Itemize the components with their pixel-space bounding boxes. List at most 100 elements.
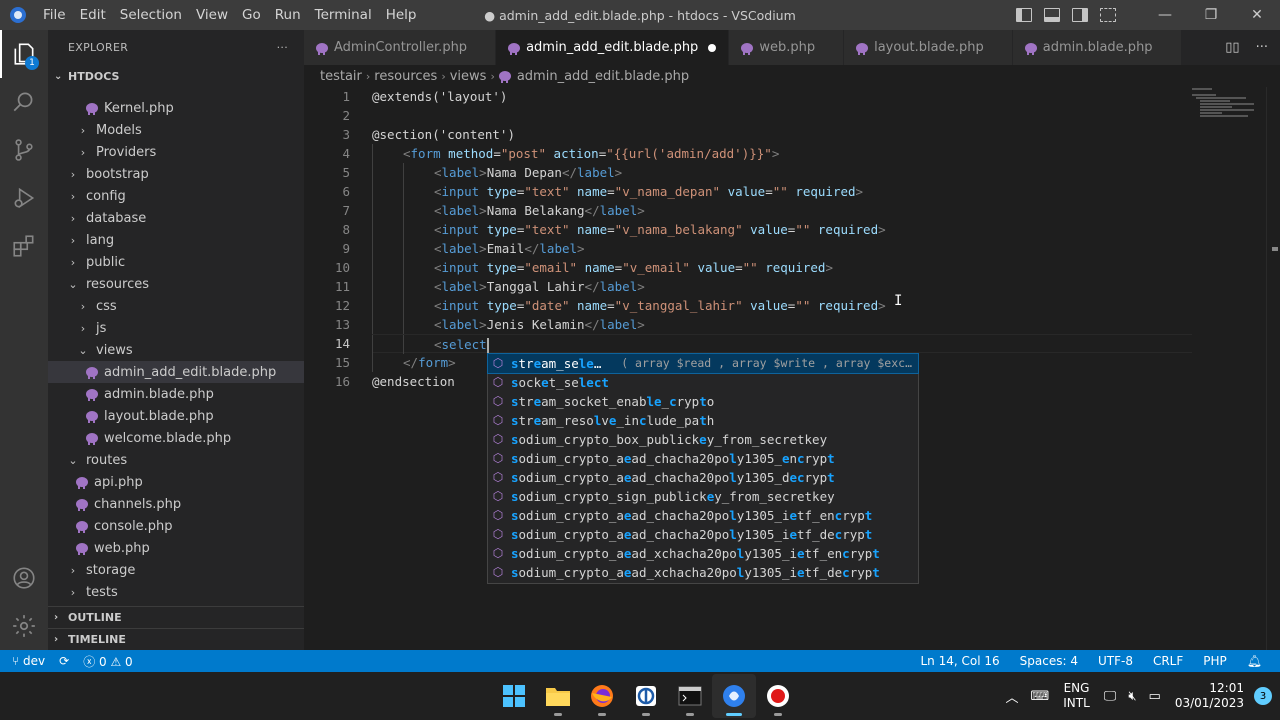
tree-folder[interactable]: › Models [48, 119, 304, 141]
tree-folder[interactable]: ⌄ views [48, 339, 304, 361]
windows-start-icon[interactable] [492, 674, 536, 718]
tree-folder[interactable]: ⌄ resources [48, 273, 304, 295]
restore-button[interactable]: ❐ [1188, 0, 1234, 30]
menu-item-view[interactable]: View [189, 0, 235, 30]
code-line[interactable]: <label>Tanggal Lahir</label> [372, 277, 1192, 296]
settings-gear-icon[interactable] [0, 602, 48, 650]
suggestion-item[interactable]: ⬡ sodium_crypto_aead_chacha20poly1305_iet… [488, 525, 918, 544]
menu-item-help[interactable]: Help [379, 0, 424, 30]
chevron-up-icon[interactable]: ︿ [999, 687, 1024, 706]
editor-tab[interactable]: web.php [729, 30, 845, 65]
tree-file[interactable]: Kernel.php [48, 97, 304, 119]
file-explorer-icon[interactable] [536, 674, 580, 718]
customize-layout-icon[interactable] [1100, 8, 1116, 22]
breadcrumb-item[interactable]: testair [320, 69, 362, 84]
tree-folder[interactable]: › bootstrap [48, 163, 304, 185]
menu-item-go[interactable]: Go [235, 0, 268, 30]
code-line[interactable]: <label>Email</label> [372, 239, 1192, 258]
code-line[interactable]: <label>Nama Belakang</label> [372, 201, 1192, 220]
vscodium-icon[interactable] [712, 674, 756, 718]
code-line[interactable] [372, 106, 1192, 125]
split-editor-icon[interactable]: ▯▯ [1225, 40, 1239, 55]
menu-item-file[interactable]: File [36, 0, 73, 30]
tree-file[interactable]: admin.blade.php [48, 383, 304, 405]
editor-tab[interactable]: admin.blade.php [1012, 30, 1182, 65]
tree-file[interactable]: channels.php [48, 493, 304, 515]
search-icon[interactable] [0, 78, 48, 126]
tree-folder[interactable]: › js [48, 317, 304, 339]
xampp-icon[interactable] [624, 674, 668, 718]
encoding[interactable]: UTF-8 [1088, 654, 1143, 668]
editor-tab[interactable]: layout.blade.php [844, 30, 1013, 65]
code-line[interactable]: @section('content') [372, 125, 1192, 144]
menu-item-edit[interactable]: Edit [73, 0, 113, 30]
code-line[interactable]: <input type="text" name="v_nama_belakang… [372, 220, 1192, 239]
source-control-icon[interactable] [0, 126, 48, 174]
branch-status[interactable]: ⑂ dev [12, 654, 45, 668]
suggestion-item[interactable]: ⬡ sodium_crypto_aead_chacha20poly1305_enc… [488, 449, 918, 468]
notification-count-badge[interactable]: 3 [1254, 687, 1272, 705]
menu-item-run[interactable]: Run [268, 0, 308, 30]
input-language[interactable]: ENG INTL [1055, 681, 1098, 711]
language-mode[interactable]: PHP [1193, 654, 1237, 668]
breadcrumb-item[interactable]: views [450, 69, 487, 84]
code-line[interactable]: <label>Nama Depan</label> [372, 163, 1192, 182]
more-actions-icon[interactable]: ··· [1256, 40, 1268, 55]
run-debug-icon[interactable] [0, 174, 48, 222]
explorer-icon[interactable]: 1 [0, 30, 48, 78]
tree-folder[interactable]: › config [48, 185, 304, 207]
account-icon[interactable] [0, 554, 48, 602]
timeline-section[interactable]: › TIMELINE [48, 628, 304, 650]
tree-folder[interactable]: › public [48, 251, 304, 273]
suggestion-item[interactable]: ⬡ sodium_crypto_aead_xchacha20poly1305_ie… [488, 563, 918, 582]
keyboard-icon[interactable]: ⌨ [1024, 689, 1055, 704]
unsaved-dot-icon[interactable] [708, 43, 717, 52]
tree-file[interactable]: web.php [48, 537, 304, 559]
code-line[interactable]: <input type="text" name="v_nama_depan" v… [372, 182, 1192, 201]
firefox-icon[interactable] [580, 674, 624, 718]
menu-item-terminal[interactable]: Terminal [308, 0, 379, 30]
suggestion-item[interactable]: ⬡ socket_select [488, 373, 918, 392]
network-icon[interactable]: 🖵︎ [1098, 689, 1123, 704]
battery-icon[interactable]: ▭ [1143, 689, 1167, 704]
suggestion-item[interactable]: ⬡ stream_socket_enable_crypto [488, 392, 918, 411]
tree-folder[interactable]: › Providers [48, 141, 304, 163]
tree-folder[interactable]: › database [48, 207, 304, 229]
vertical-scrollbar[interactable] [1266, 87, 1280, 650]
obs-record-icon[interactable] [756, 674, 800, 718]
end-of-line[interactable]: CRLF [1143, 654, 1193, 668]
tree-file[interactable]: admin_add_edit.blade.php [48, 361, 304, 383]
toggle-panel-icon[interactable] [1044, 8, 1060, 22]
sync-icon[interactable]: ⟳ [59, 654, 69, 668]
code-line[interactable]: @extends('layout') [372, 87, 1192, 106]
workspace-root[interactable]: ⌄ HTDOCS [48, 65, 304, 87]
terminal-icon[interactable] [668, 674, 712, 718]
indentation[interactable]: Spaces: 4 [1010, 654, 1088, 668]
tree-folder[interactable]: ⌄ routes [48, 449, 304, 471]
editor-tab[interactable]: AdminController.php [304, 30, 497, 65]
tree-folder[interactable]: › css [48, 295, 304, 317]
notifications-bell-icon[interactable]: 🔔︎ [1237, 654, 1272, 668]
toggle-secondary-sidebar-icon[interactable] [1072, 8, 1088, 22]
autocomplete-suggestions[interactable]: ⬡ stream_sele… ( array $read , array $writ… [487, 353, 919, 584]
toggle-sidebar-icon[interactable] [1016, 8, 1032, 22]
suggestion-item[interactable]: ⬡ sodium_crypto_sign_publickey_from_secre… [488, 487, 918, 506]
suggestion-item[interactable]: ⬡ sodium_crypto_box_publickey_from_secret… [488, 430, 918, 449]
breadcrumb-item[interactable]: resources [374, 69, 437, 84]
suggestion-item[interactable]: ⬡ stream_sele… ( array $read , array $writ… [487, 353, 919, 374]
suggestion-item[interactable]: ⬡ sodium_crypto_aead_chacha20poly1305_dec… [488, 468, 918, 487]
editor-tab[interactable]: admin_add_edit.blade.php [496, 30, 730, 65]
code-line[interactable]: <input type="date" name="v_tanggal_lahir… [372, 296, 1192, 315]
tree-folder[interactable]: › storage [48, 559, 304, 581]
more-actions-icon[interactable]: ··· [277, 41, 288, 54]
menu-item-selection[interactable]: Selection [113, 0, 189, 30]
tree-folder[interactable]: › tests [48, 581, 304, 598]
code-line[interactable]: <form method="post" action="{{url('admin… [372, 144, 1192, 163]
tree-folder[interactable]: › lang [48, 229, 304, 251]
tree-file[interactable]: layout.blade.php [48, 405, 304, 427]
outline-section[interactable]: › OUTLINE [48, 606, 304, 628]
code-line[interactable]: <input type="email" name="v_email" value… [372, 258, 1192, 277]
suggestion-item[interactable]: ⬡ sodium_crypto_aead_xchacha20poly1305_ie… [488, 544, 918, 563]
clock[interactable]: 12:01 03/01/2023 [1167, 681, 1252, 711]
code-lines[interactable]: @extends('layout') @section('content') <fo… [372, 87, 1192, 391]
